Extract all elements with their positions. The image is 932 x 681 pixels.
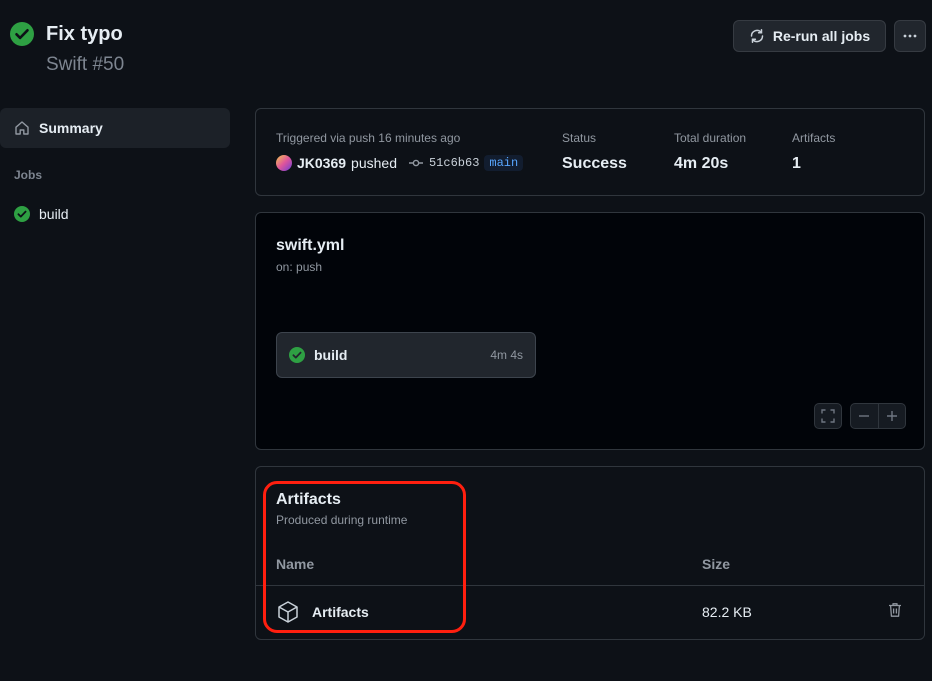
trash-icon [888,602,906,618]
sidebar-item-summary[interactable]: Summary [0,108,230,148]
plus-icon [886,410,898,422]
status-info: Status Success [562,131,627,173]
commit-sha-link[interactable]: 51c6b63 [429,156,479,170]
delete-artifact-button[interactable] [888,602,906,622]
jobs-heading: Jobs [14,168,43,182]
push-details: JK0369 pushed 51c6b63 main [276,155,524,171]
artifacts-count-value[interactable]: 1 [792,155,835,173]
duration-label: Total duration [674,131,747,145]
sync-icon [749,28,765,44]
success-check-icon [10,22,34,46]
rerun-all-jobs-button[interactable]: Re-run all jobs [733,20,886,52]
rerun-button-label: Re-run all jobs [772,28,871,44]
sidebar-item-label: build [39,206,69,222]
more-options-button[interactable] [894,20,926,52]
screen-full-icon [821,409,835,423]
home-icon [14,120,30,136]
zoom-controls [850,403,906,429]
branch-badge[interactable]: main [484,155,524,171]
sidebar-item-label: Summary [39,120,103,136]
workflow-file-name: swift.yml [276,237,345,254]
status-value: Success [562,155,627,172]
workflow-graph-panel: swift.yml on: push build 4m 4s [255,212,925,450]
success-check-icon [289,347,305,363]
artifacts-description: Produced during runtime [276,513,408,527]
artifacts-heading: Artifacts [276,491,341,508]
run-title: Fix typo [46,22,123,45]
run-title-row: Fix typo [10,22,123,46]
job-name: build [314,347,348,363]
zoom-out-button[interactable] [851,404,878,428]
column-header-size: Size [702,556,731,572]
minus-icon [858,410,870,422]
run-subtitle: Swift #50 [46,54,125,75]
package-icon [276,600,300,624]
avatar[interactable] [276,155,292,171]
job-duration: 4m 4s [490,348,523,362]
duration-info: Total duration 4m 20s [674,131,746,173]
column-header-name: Name [276,556,315,572]
git-commit-icon [408,155,424,171]
artifacts-panel: Artifacts Produced during runtime Name S… [255,466,925,640]
artifact-size: 82.2 KB [702,604,752,620]
trigger-label: Triggered via push 16 minutes ago [276,131,461,145]
run-info-panel: Triggered via push 16 minutes ago JK0369… [255,108,925,196]
artifact-name: Artifacts [312,604,369,620]
actor-link[interactable]: JK0369 [297,155,346,171]
duration-value: 4m 20s [674,155,729,172]
success-check-icon [14,206,30,222]
workflow-trigger: on: push [276,260,323,274]
kebab-horizontal-icon [902,28,918,44]
artifact-download-link[interactable]: Artifacts [276,600,369,624]
status-label: Status [562,131,597,145]
trigger-info: Triggered via push 16 minutes ago JK0369… [276,131,524,171]
action-text: pushed [351,155,397,171]
zoom-in-button[interactable] [878,404,905,428]
artifacts-count-label: Artifacts [792,131,836,145]
sidebar-item-build[interactable]: build [14,206,69,222]
fullscreen-button[interactable] [814,403,842,429]
artifacts-count-info: Artifacts 1 [792,131,835,173]
job-card-build[interactable]: build 4m 4s [276,332,536,378]
table-row: Artifacts 82.2 KB [256,586,924,640]
